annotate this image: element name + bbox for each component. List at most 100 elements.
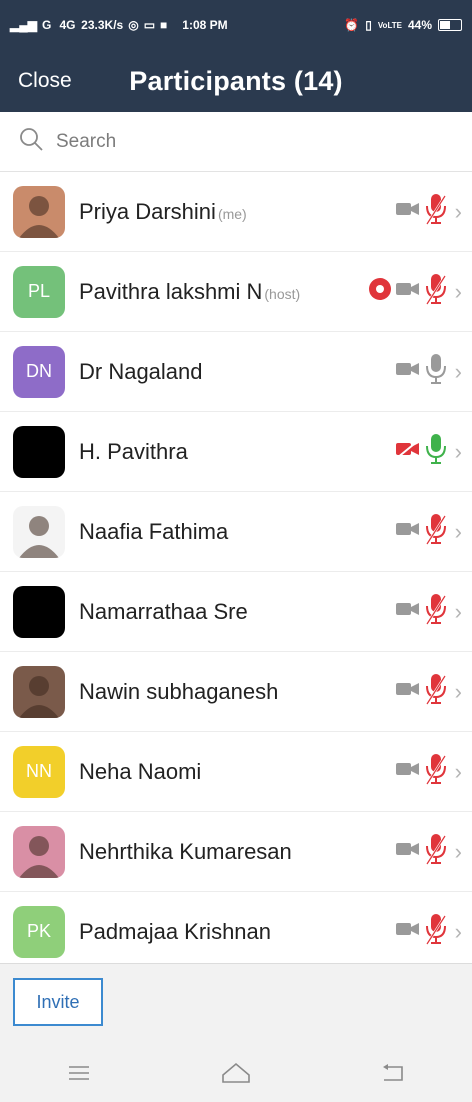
chevron-right-icon: ›	[454, 518, 462, 544]
participant-status-icons: ›	[395, 432, 462, 471]
participant-status-icons: ›	[395, 672, 462, 711]
participant-row[interactable]: PK Padmajaa Krishnan ›	[0, 892, 472, 972]
video-off-icon	[395, 439, 421, 464]
chevron-right-icon: ›	[454, 598, 462, 624]
mic-muted-icon	[424, 272, 448, 311]
participant-name-wrap: Nawin subhaganesh	[79, 679, 395, 705]
participant-status-icons: ›	[395, 912, 462, 951]
chevron-right-icon: ›	[454, 198, 462, 224]
close-button[interactable]: Close	[18, 69, 72, 93]
mic-icon	[424, 352, 448, 391]
participant-row[interactable]: Namarrathaa Sre ›	[0, 572, 472, 652]
video-icon	[395, 759, 421, 784]
participant-name: Naafia Fathima	[79, 518, 229, 544]
chevron-right-icon: ›	[454, 838, 462, 864]
avatar-photo	[13, 425, 65, 478]
home-icon[interactable]	[206, 1053, 266, 1093]
participant-status-icons: ›	[395, 352, 462, 391]
video-icon	[395, 359, 421, 384]
chevron-right-icon: ›	[454, 918, 462, 944]
volte-icon: VoLTE	[377, 20, 402, 30]
avatar-photo	[13, 185, 65, 238]
status-left: ▂▄▆ G 4G 23.3K/s ◎ ▭ ■ 1:08 PM	[10, 18, 344, 32]
participant-status-icons: ›	[368, 272, 462, 311]
participant-status-icons: ›	[395, 592, 462, 631]
search-icon	[18, 126, 44, 157]
chevron-right-icon: ›	[454, 678, 462, 704]
mic-muted-icon	[424, 672, 448, 711]
mic-muted-icon	[424, 592, 448, 631]
participant-name-wrap: H. Pavithra	[79, 439, 395, 465]
participant-row[interactable]: Priya Darshini (me) ›	[0, 172, 472, 252]
participant-name: Neha Naomi	[79, 758, 202, 784]
android-nav-bar	[0, 1043, 472, 1102]
participant-status-icons: ›	[395, 192, 462, 231]
avatar-initials: PK	[13, 905, 65, 958]
participant-name: Priya Darshini	[79, 198, 216, 224]
video-icon	[395, 919, 421, 944]
video-icon	[395, 839, 421, 864]
participant-row[interactable]: H. Pavithra ›	[0, 412, 472, 492]
participant-row[interactable]: Nawin subhaganesh ›	[0, 652, 472, 732]
search-bar	[0, 112, 472, 172]
participant-name-wrap: Priya Darshini (me)	[79, 199, 395, 225]
participant-status-icons: ›	[395, 832, 462, 871]
signal-icon: ▂▄▆	[10, 18, 37, 32]
status-network-text: G 4G 23.3K/s	[41, 18, 124, 32]
participant-name-wrap: Padmajaa Krishnan	[79, 919, 395, 945]
menu-icon[interactable]	[49, 1053, 109, 1093]
video-icon	[395, 199, 421, 224]
participant-name: Dr Nagaland	[79, 358, 203, 384]
invite-button[interactable]: Invite	[13, 978, 103, 1026]
video-notify-icon: ■	[160, 18, 168, 32]
participant-role: (me)	[217, 205, 247, 222]
participant-name-wrap: Naafia Fathima	[79, 519, 395, 545]
participant-name-wrap: Nehrthika Kumaresan	[79, 839, 395, 865]
participant-name-wrap: Namarrathaa Sre	[79, 599, 395, 625]
participant-name-wrap: Pavithra lakshmi N (host)	[79, 279, 368, 305]
mic-muted-icon	[424, 192, 448, 231]
alarm-icon: ⏰	[344, 18, 360, 32]
chevron-right-icon: ›	[454, 358, 462, 384]
video-icon	[395, 599, 421, 624]
status-bar: ▂▄▆ G 4G 23.3K/s ◎ ▭ ■ 1:08 PM ⏰ ▯ VoLTE…	[0, 0, 472, 50]
participant-row[interactable]: DN Dr Nagaland ›	[0, 332, 472, 412]
video-icon	[395, 279, 421, 304]
participant-name: Namarrathaa Sre	[79, 598, 248, 624]
avatar-initials: PL	[13, 265, 65, 318]
video-icon	[395, 679, 421, 704]
avatar-photo	[13, 585, 65, 638]
status-right: ⏰ ▯ VoLTE 44%	[344, 18, 462, 32]
participant-role: (host)	[264, 285, 301, 302]
participant-row[interactable]: Naafia Fathima ›	[0, 492, 472, 572]
mic-muted-icon	[424, 912, 448, 951]
chevron-right-icon: ›	[454, 438, 462, 464]
participant-name-wrap: Neha Naomi	[79, 759, 395, 785]
avatar-initials: DN	[13, 345, 65, 398]
avatar-photo	[13, 825, 65, 878]
participant-name: Nawin subhaganesh	[79, 678, 279, 704]
mic-muted-icon	[424, 752, 448, 791]
mic-icon	[424, 432, 448, 471]
avatar-photo	[13, 665, 65, 718]
avatar-photo	[13, 505, 65, 558]
mic-muted-icon	[424, 512, 448, 551]
avatar-initials: NN	[13, 745, 65, 798]
back-icon[interactable]	[363, 1053, 423, 1093]
search-input[interactable]	[54, 129, 472, 154]
participant-list: Priya Darshini (me) › PL Pavithra lakshmi N(…	[0, 172, 472, 972]
participant-name: Pavithra lakshmi N	[79, 278, 263, 304]
chevron-right-icon: ›	[454, 278, 462, 304]
header: Close Participants (14)	[0, 50, 472, 112]
video-icon	[395, 519, 421, 544]
battery-percent: 44%	[407, 18, 432, 32]
participant-name: Nehrthika Kumaresan	[79, 838, 292, 864]
status-time: 1:08 PM	[182, 18, 228, 32]
participant-row[interactable]: PL Pavithra lakshmi N (host) ›	[0, 252, 472, 332]
participant-row[interactable]: Nehrthika Kumaresan ›	[0, 812, 472, 892]
chevron-right-icon: ›	[454, 758, 462, 784]
participant-row[interactable]: NN Neha Naomi ›	[0, 732, 472, 812]
message-icon: ▭	[143, 18, 156, 32]
participant-name: Padmajaa Krishnan	[79, 918, 272, 944]
bottom-toolbar: Invite	[0, 963, 472, 1044]
